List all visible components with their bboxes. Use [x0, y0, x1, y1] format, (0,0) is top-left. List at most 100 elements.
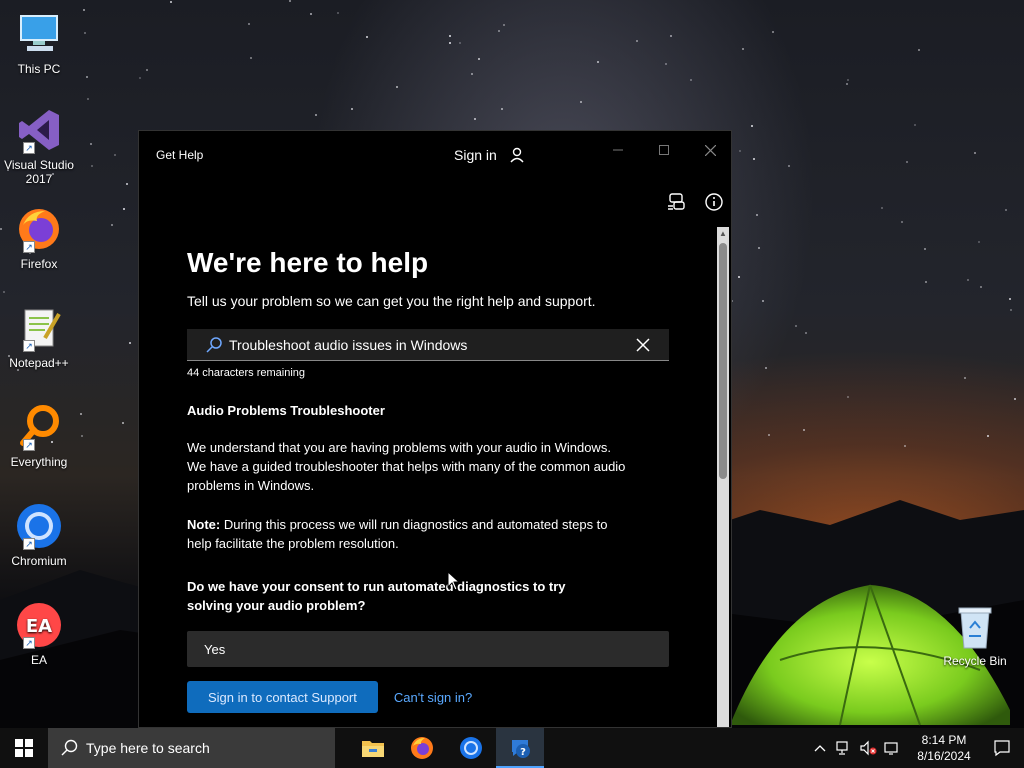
vertical-scrollbar[interactable]: ▲: [717, 227, 729, 727]
star: [768, 434, 770, 436]
chromium-icon: ↗: [15, 502, 63, 550]
note-paragraph: Note: During this process we will run di…: [187, 515, 627, 553]
close-button[interactable]: [687, 135, 731, 165]
desktop-icon-visual-studio[interactable]: ↗ Visual Studio 2017: [4, 106, 74, 186]
star: [1005, 209, 1007, 211]
action-row: Sign in to contact Support Can't sign in…: [187, 681, 671, 713]
clear-search-icon[interactable]: [635, 337, 651, 353]
desktop-icon-label: Visual Studio 2017: [4, 158, 74, 186]
star: [753, 158, 755, 160]
star: [83, 9, 85, 11]
star: [739, 150, 741, 152]
sign-in-button[interactable]: Sign in: [454, 147, 525, 163]
yes-option-button[interactable]: Yes: [187, 631, 669, 667]
shortcut-arrow-icon: ↗: [23, 637, 35, 649]
network-icon: [836, 741, 848, 755]
get-help-window: Get Help Sign in We're here to help Tell…: [138, 130, 732, 728]
star: [129, 342, 131, 344]
scroll-thumb[interactable]: [719, 243, 727, 479]
sign-in-to-contact-support-button[interactable]: Sign in to contact Support: [187, 681, 378, 713]
network-status[interactable]: [832, 728, 856, 768]
action-center-status[interactable]: [880, 728, 904, 768]
minimize-button[interactable]: [595, 135, 641, 165]
desktop-icon-ea[interactable]: EA ↗ EA: [4, 601, 74, 667]
star: [170, 1, 172, 3]
scroll-up-arrow-icon[interactable]: ▲: [717, 227, 729, 239]
taskbar-app-get-help[interactable]: ?: [496, 728, 544, 768]
desktop-icon-firefox[interactable]: ↗ Firefox: [4, 205, 74, 271]
star: [881, 207, 883, 209]
note-text: During this process we will run diagnost…: [187, 517, 608, 551]
troubleshooter-description: We understand that you are having proble…: [187, 440, 626, 493]
svg-text:EA: EA: [26, 616, 52, 637]
star: [471, 73, 473, 75]
star: [964, 377, 966, 379]
star: [803, 429, 805, 431]
cant-sign-in-link[interactable]: Can't sign in?: [394, 690, 472, 705]
taskbar-app-file-explorer[interactable]: [349, 728, 397, 768]
desktop-icon-recycle-bin[interactable]: Recycle Bin: [940, 604, 1010, 668]
shortcut-arrow-icon: ↗: [23, 142, 35, 154]
show-hidden-icons-button[interactable]: [808, 728, 832, 768]
desktop-icon-chromium[interactable]: ↗ Chromium: [4, 502, 74, 568]
star: [122, 422, 124, 424]
search-input[interactable]: [229, 336, 619, 353]
shortcut-arrow-icon: ↗: [23, 538, 35, 550]
shortcut-arrow-icon: ↗: [23, 439, 35, 451]
notifications-button[interactable]: [980, 728, 1024, 768]
star: [762, 300, 764, 302]
desktop-icon-label: Chromium: [11, 554, 67, 568]
star: [738, 276, 740, 278]
star: [478, 58, 480, 60]
desktop-icon-this-pc[interactable]: This PC: [4, 10, 74, 76]
search-box[interactable]: [187, 329, 669, 361]
star: [123, 208, 125, 210]
star: [126, 183, 128, 185]
desktop-icon-label: Recycle Bin: [943, 654, 1007, 668]
system-tray: 8:14 PM 8/16/2024: [808, 728, 1024, 768]
volume-status[interactable]: [856, 728, 880, 768]
svg-text:?: ?: [520, 747, 526, 758]
star: [111, 224, 113, 226]
taskbar-app-firefox[interactable]: [398, 728, 446, 768]
firefox-icon: ↗: [15, 205, 63, 253]
ea-icon: EA ↗: [15, 601, 63, 649]
taskbar-search-box[interactable]: Type here to search: [48, 728, 335, 768]
star: [474, 118, 476, 120]
star: [665, 63, 667, 65]
info-icon[interactable]: [703, 191, 725, 213]
taskbar-app-chromium[interactable]: [447, 728, 495, 768]
star: [974, 152, 976, 154]
star: [289, 0, 291, 2]
pc-icon: [15, 10, 63, 58]
desktop-icon-notepadpp[interactable]: ↗ Notepad++: [4, 304, 74, 370]
star: [636, 40, 638, 42]
star: [918, 49, 920, 51]
desktop-icon-label: Firefox: [20, 257, 58, 271]
star: [914, 124, 916, 126]
firefox-icon: [411, 737, 433, 759]
start-button[interactable]: [0, 728, 48, 768]
title-bar[interactable]: Get Help Sign in: [139, 131, 731, 179]
get-help-icon: ?: [512, 740, 530, 758]
window-title: Get Help: [156, 148, 204, 162]
star: [751, 125, 753, 127]
volume-muted-icon: [860, 740, 877, 756]
close-icon: [704, 144, 716, 156]
star: [86, 76, 88, 78]
notepadpp-icon: ↗: [15, 304, 63, 352]
minimize-icon: [613, 149, 623, 151]
file-explorer-icon: [362, 741, 384, 757]
star: [690, 79, 692, 81]
star: [597, 61, 599, 63]
star: [396, 86, 398, 88]
share-feedback-icon[interactable]: [666, 191, 688, 213]
star: [337, 12, 339, 14]
desktop-icon-everything[interactable]: ↗ Everything: [4, 403, 74, 469]
desktop-icon-label: Notepad++: [9, 356, 69, 370]
chars-remaining-text: 44 characters remaining: [187, 367, 306, 379]
maximize-button[interactable]: [641, 135, 687, 165]
clock[interactable]: 8:14 PM 8/16/2024: [908, 732, 980, 764]
note-label: Note:: [187, 517, 221, 532]
star: [315, 114, 317, 116]
